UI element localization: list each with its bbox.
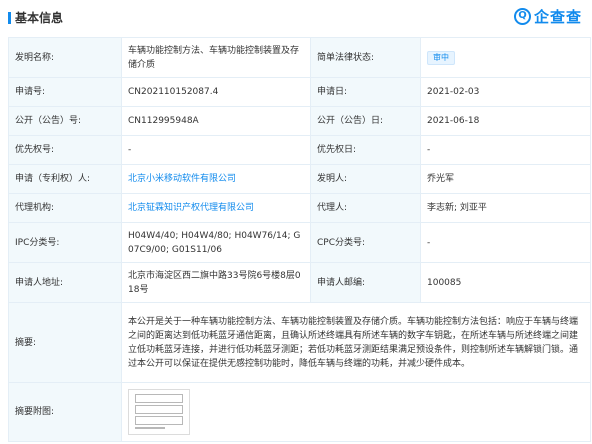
ipc-value: H04W4/40; H04W4/80; H04W76/14; G07C9/00;… — [121, 222, 311, 263]
thumb-box — [135, 416, 183, 425]
inventor-label: 发明人: — [310, 164, 421, 194]
table-row: 代理机构: 北京钲霖知识产权代理有限公司 代理人: 李志新; 刘亚平 — [8, 193, 591, 223]
legal-status-badge: 审中 — [427, 50, 455, 65]
logo-text: 企查查 — [533, 7, 582, 26]
applicant-link[interactable]: 北京小米移动软件有限公司 — [128, 174, 236, 184]
pub-date-value: 2021-06-18 — [420, 106, 591, 136]
agency-cell: 北京钲霖知识产权代理有限公司 — [121, 193, 311, 223]
postcode-value: 100085 — [420, 262, 591, 303]
app-date-label: 申请日: — [310, 77, 421, 107]
postcode-label: 申请人邮编: — [310, 262, 421, 303]
abstract-figure-label: 摘要附图: — [8, 382, 122, 442]
section-header: 基本信息 Q 企查查 — [0, 0, 592, 34]
thumb-box — [135, 405, 183, 414]
table-row: 优先权号: - 优先权日: - — [8, 135, 591, 165]
legal-status-cell: 审中 — [420, 37, 591, 78]
app-date-value: 2021-02-03 — [420, 77, 591, 107]
table-row: 摘要附图: — [8, 382, 591, 442]
cpc-label: CPC分类号: — [310, 222, 421, 263]
applicant-cell: 北京小米移动软件有限公司 — [121, 164, 311, 194]
table-row: 申请号: CN202110152087.4 申请日: 2021-02-03 — [8, 77, 591, 107]
legal-status-label: 简单法律状态: — [310, 37, 421, 78]
table-row: 摘要: 本公开是关于一种车辆功能控制方法、车辆功能控制装置及存储介质。车辆功能控… — [8, 302, 591, 383]
table-row: 申请（专利权）人: 北京小米移动软件有限公司 发明人: 乔光军 — [8, 164, 591, 194]
cpc-value: - — [420, 222, 591, 263]
pub-no-label: 公开（公告）号: — [8, 106, 122, 136]
priority-date-value: - — [420, 135, 591, 165]
address-value: 北京市海淀区西二旗中路33号院6号楼8层018号 — [121, 262, 311, 303]
invention-name-label: 发明名称: — [8, 37, 122, 78]
abstract-value: 本公开是关于一种车辆功能控制方法、车辆功能控制装置及存储介质。车辆功能控制方法包… — [121, 302, 591, 383]
table-row: 发明名称: 车辆功能控制方法、车辆功能控制装置及存储介质 简单法律状态: 审中 — [8, 37, 591, 78]
table-row: 申请人地址: 北京市海淀区西二旗中路33号院6号楼8层018号 申请人邮编: 1… — [8, 262, 591, 303]
qichacha-logo-icon: Q — [513, 7, 531, 25]
address-label: 申请人地址: — [8, 262, 122, 303]
pub-no-value: CN112995948A — [121, 106, 311, 136]
flowchart-thumbnail-icon[interactable] — [128, 389, 190, 435]
table-row: IPC分类号: H04W4/40; H04W4/80; H04W76/14; G… — [8, 222, 591, 263]
thumb-box — [135, 394, 183, 403]
agency-label: 代理机构: — [8, 193, 122, 223]
applicant-label: 申请（专利权）人: — [8, 164, 122, 194]
priority-no-label: 优先权号: — [8, 135, 122, 165]
basic-info-table: 发明名称: 车辆功能控制方法、车辆功能控制装置及存储介质 简单法律状态: 审中 … — [8, 37, 591, 442]
agent-value: 李志新; 刘亚平 — [420, 193, 591, 223]
qichacha-logo[interactable]: Q 企查查 — [513, 5, 582, 27]
agent-label: 代理人: — [310, 193, 421, 223]
section-accent-bar — [8, 12, 11, 24]
abstract-figure-cell — [121, 382, 591, 442]
priority-date-label: 优先权日: — [310, 135, 421, 165]
priority-no-value: - — [121, 135, 311, 165]
app-no-value: CN202110152087.4 — [121, 77, 311, 107]
thumb-line — [135, 427, 165, 429]
ipc-label: IPC分类号: — [8, 222, 122, 263]
inventor-value: 乔光军 — [420, 164, 591, 194]
table-row: 公开（公告）号: CN112995948A 公开（公告）日: 2021-06-1… — [8, 106, 591, 136]
invention-name-value: 车辆功能控制方法、车辆功能控制装置及存储介质 — [121, 37, 311, 78]
abstract-label: 摘要: — [8, 302, 122, 383]
pub-date-label: 公开（公告）日: — [310, 106, 421, 136]
agency-link[interactable]: 北京钲霖知识产权代理有限公司 — [128, 203, 254, 213]
app-no-label: 申请号: — [8, 77, 122, 107]
section-title: 基本信息 — [15, 11, 64, 25]
